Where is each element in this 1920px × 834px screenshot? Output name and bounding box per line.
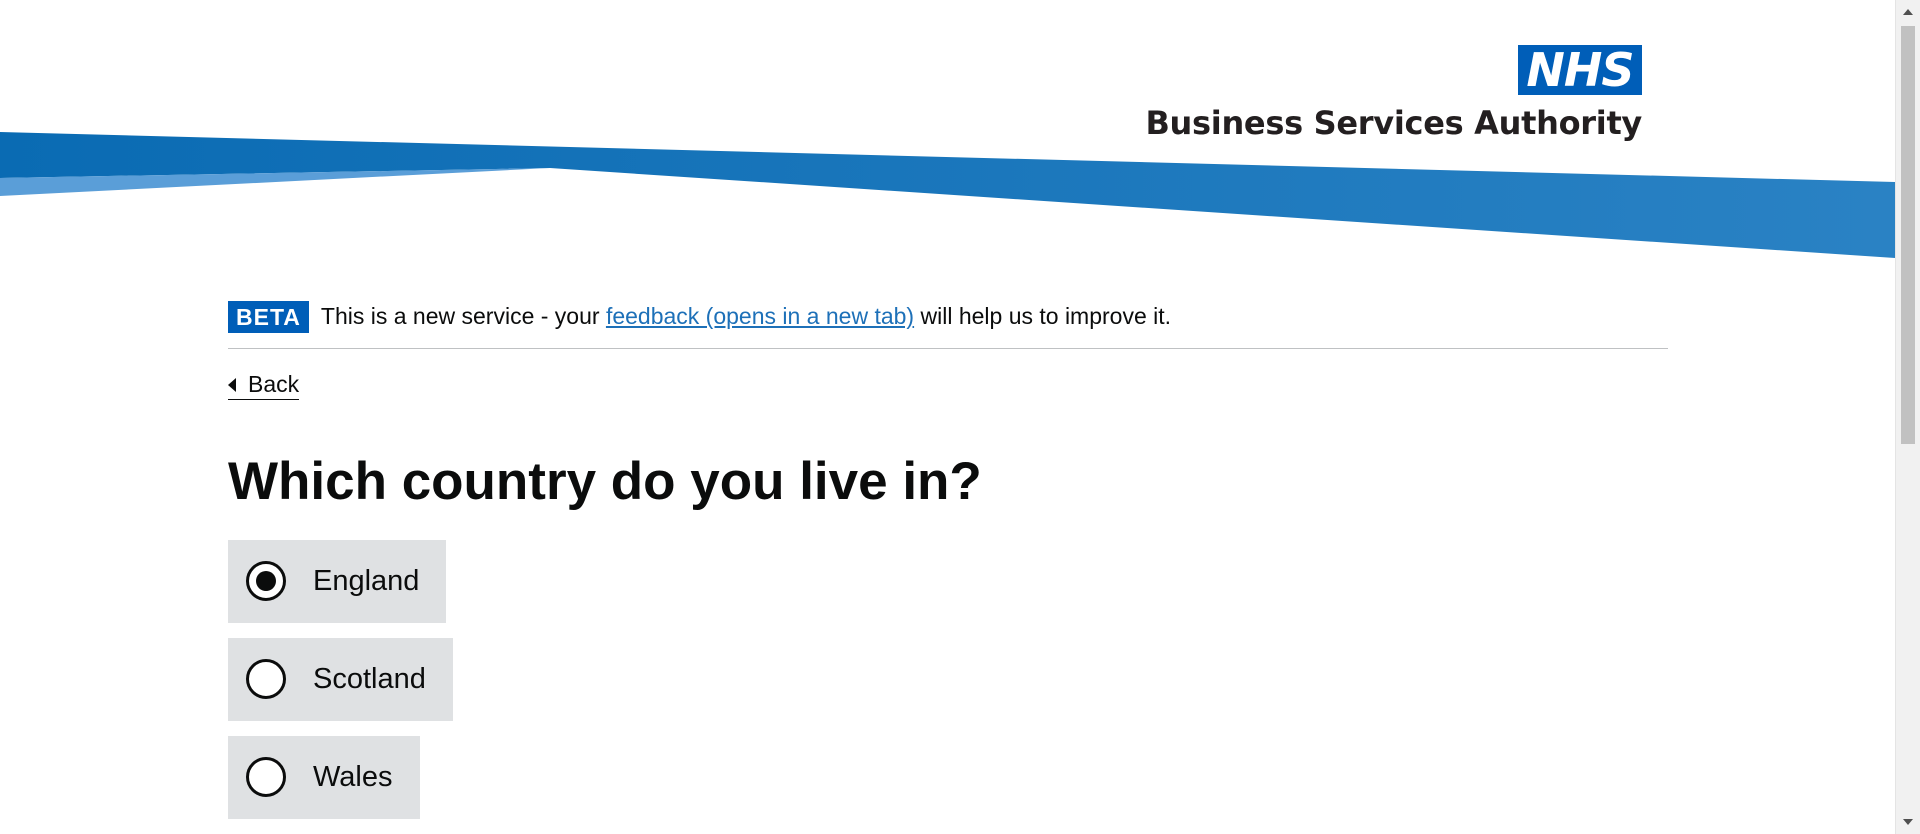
nhs-logo-mark: NHS	[1518, 45, 1642, 95]
radio-label-scotland[interactable]: Scotland	[313, 663, 426, 696]
scroll-down-icon[interactable]	[1903, 819, 1913, 825]
phase-banner-text: This is a new service - your feedback (o…	[321, 303, 1171, 330]
radio-option-scotland[interactable]: Scotland	[228, 637, 453, 721]
radio-button-scotland[interactable]	[246, 659, 286, 700]
radio-option-wales[interactable]: Wales	[228, 735, 420, 819]
phase-banner-text-before: This is a new service - your	[320, 303, 606, 329]
radio-button-england[interactable]	[246, 561, 286, 602]
radio-option-england[interactable]: England	[228, 539, 447, 623]
back-link[interactable]: Back	[228, 371, 300, 400]
page: NHS Business Services Authority BETA Thi…	[0, 0, 1920, 834]
back-link-label: Back	[248, 371, 300, 397]
scroll-up-icon[interactable]	[1903, 9, 1913, 15]
radio-button-wales[interactable]	[246, 757, 286, 798]
feedback-link[interactable]: feedback (opens in a new tab)	[606, 303, 914, 329]
nhs-bsa-logo[interactable]: NHS Business Services Authority	[1145, 45, 1642, 142]
radio-label-wales[interactable]: Wales	[313, 761, 393, 794]
country-radio-group: England Scotland Wales	[228, 539, 1668, 819]
scroll-thumb[interactable]	[1901, 26, 1915, 444]
page-title: Which country do you live in?	[228, 452, 982, 511]
back-arrow-icon	[228, 377, 236, 392]
phase-banner: BETA This is a new service - your feedba…	[228, 300, 1668, 349]
header: NHS Business Services Authority	[0, 0, 1895, 262]
beta-tag: BETA	[228, 300, 309, 333]
main-content: BETA This is a new service - your feedba…	[228, 300, 1668, 834]
org-name: Business Services Authority	[1145, 104, 1642, 142]
radio-label-england[interactable]: England	[313, 565, 419, 598]
vertical-scrollbar[interactable]	[1895, 0, 1920, 834]
phase-banner-text-after: will help us to improve it.	[914, 303, 1172, 329]
